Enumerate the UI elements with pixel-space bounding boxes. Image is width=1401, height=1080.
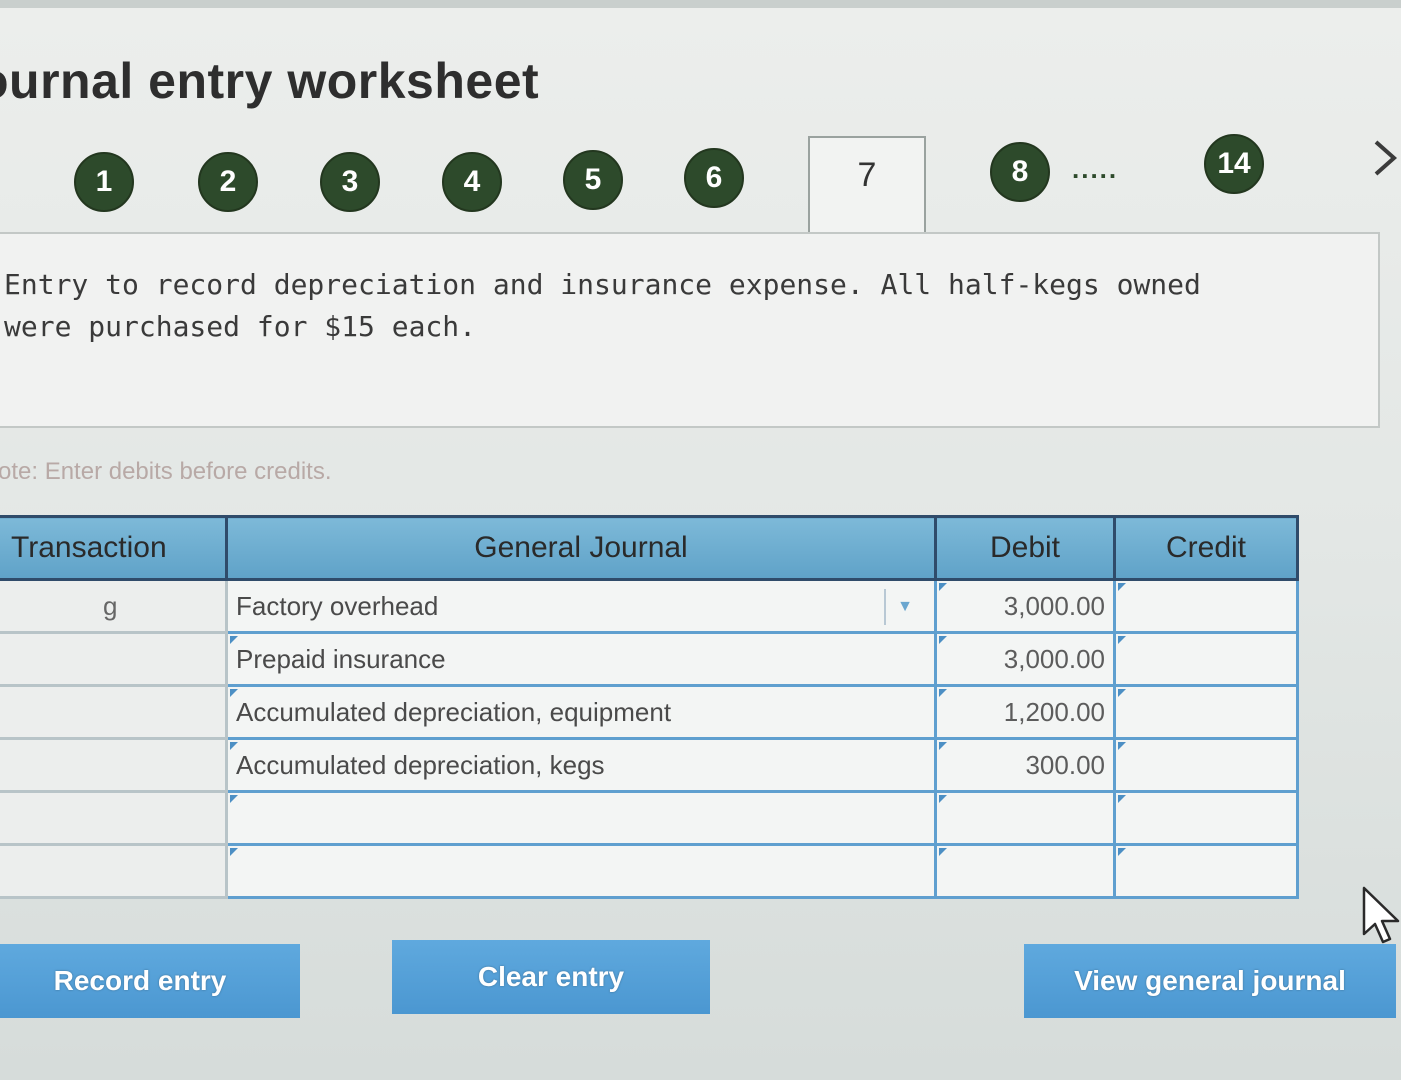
- account-select-value: Accumulated depreciation, equipment: [236, 696, 672, 727]
- view-general-journal-button[interactable]: View general journal: [1024, 944, 1396, 1018]
- cell-marker-icon: [1118, 795, 1126, 803]
- step-14-button[interactable]: 14: [1204, 134, 1264, 194]
- credit-input[interactable]: [1113, 684, 1299, 740]
- chevron-right-icon-svg: [1374, 140, 1398, 176]
- account-select[interactable]: Accumulated depreciation, equipment: [225, 684, 937, 740]
- debit-input-value: 1,200.00: [1003, 696, 1105, 727]
- debit-input-value: 3,000.00: [1003, 590, 1105, 621]
- account-select[interactable]: [225, 790, 937, 846]
- account-select[interactable]: Prepaid insurance: [225, 631, 937, 687]
- cell-marker-icon: [1118, 848, 1126, 856]
- table-row: g Factory overhead ▼ 3,000.00: [0, 578, 1299, 634]
- transaction-cell: [0, 737, 228, 793]
- worksheet-page: ournal entry worksheet 1 2 3 4 5 6 7 8 .…: [0, 0, 1401, 1080]
- step-2-button[interactable]: 2: [198, 152, 258, 212]
- step-1-button[interactable]: 1: [74, 152, 134, 212]
- cell-marker-icon: [939, 848, 947, 856]
- chevron-right-icon[interactable]: [1370, 138, 1400, 188]
- table-row: Accumulated depreciation, equipment 1,20…: [0, 684, 1299, 740]
- transaction-cell: g: [0, 578, 228, 634]
- mouse-pointer-icon: [1362, 886, 1400, 944]
- cell-marker-icon: [939, 742, 947, 750]
- cell-marker-icon: [1118, 583, 1126, 591]
- header-general-journal: General Journal: [225, 515, 937, 581]
- cell-marker-icon: [939, 636, 947, 644]
- page-title: ournal entry worksheet: [0, 53, 540, 109]
- cell-marker-icon: [939, 795, 947, 803]
- debit-input[interactable]: 3,000.00: [934, 578, 1116, 634]
- cell-marker-icon: [230, 742, 238, 750]
- transaction-cell: [0, 684, 228, 740]
- cell-marker-icon: [1118, 636, 1126, 644]
- cell-marker-icon: [230, 689, 238, 697]
- account-select[interactable]: [225, 843, 937, 899]
- debit-input-value: 3,000.00: [1003, 643, 1105, 674]
- account-select-value: Prepaid insurance: [236, 643, 446, 674]
- step-8-button[interactable]: 8: [990, 142, 1050, 202]
- debit-input[interactable]: 1,200.00: [934, 684, 1116, 740]
- account-select[interactable]: Factory overhead ▼: [225, 578, 937, 634]
- steps-ellipsis: .....: [1072, 154, 1119, 184]
- table-row: [0, 843, 1299, 899]
- debit-input[interactable]: 3,000.00: [934, 631, 1116, 687]
- step-5-button[interactable]: 5: [563, 150, 623, 210]
- record-entry-button[interactable]: Record entry: [0, 944, 300, 1018]
- step-navigator: 1 2 3 4 5 6 7 8 ..... 14: [0, 130, 1401, 242]
- transaction-cell: [0, 631, 228, 687]
- step-4-button[interactable]: 4: [442, 152, 502, 212]
- transaction-cell: [0, 843, 228, 899]
- journal-entry-table: Transaction General Journal Debit Credit…: [0, 515, 1299, 899]
- table-row: Prepaid insurance 3,000.00: [0, 631, 1299, 687]
- cell-marker-icon: [230, 636, 238, 644]
- account-select[interactable]: Accumulated depreciation, kegs: [225, 737, 937, 793]
- cell-marker-icon: [230, 848, 238, 856]
- cell-marker-icon: [939, 689, 947, 697]
- debit-input[interactable]: [934, 843, 1116, 899]
- step-3-button[interactable]: 3: [320, 152, 380, 212]
- account-select-value: Accumulated depreciation, kegs: [236, 749, 605, 780]
- cell-marker-icon: [230, 795, 238, 803]
- header-transaction: Transaction: [0, 515, 228, 581]
- step-7-tab-active[interactable]: 7: [808, 136, 926, 242]
- top-strip: [0, 0, 1401, 8]
- credit-input[interactable]: [1113, 631, 1299, 687]
- credit-input[interactable]: [1113, 843, 1299, 899]
- transaction-cell: [0, 790, 228, 846]
- credit-input[interactable]: [1113, 790, 1299, 846]
- debit-input[interactable]: 300.00: [934, 737, 1116, 793]
- cell-marker-icon: [1118, 689, 1126, 697]
- chevron-down-icon[interactable]: ▼: [884, 589, 924, 625]
- debit-input[interactable]: [934, 790, 1116, 846]
- header-credit: Credit: [1113, 515, 1299, 581]
- debit-input-value: 300.00: [1025, 749, 1105, 780]
- step-6-button[interactable]: 6: [684, 148, 744, 208]
- table-row: Accumulated depreciation, kegs 300.00: [0, 737, 1299, 793]
- clear-entry-button[interactable]: Clear entry: [392, 940, 710, 1014]
- note-text: ote: Enter debits before credits.: [0, 458, 332, 485]
- header-debit: Debit: [934, 515, 1116, 581]
- account-select-value: Factory overhead: [236, 590, 439, 621]
- cell-marker-icon: [939, 583, 947, 591]
- transaction-description: Entry to record depreciation and insuran…: [4, 268, 1201, 343]
- credit-input[interactable]: [1113, 578, 1299, 634]
- credit-input[interactable]: [1113, 737, 1299, 793]
- cell-marker-icon: [1118, 742, 1126, 750]
- journal-header-row: Transaction General Journal Debit Credit: [0, 515, 1299, 581]
- table-row: [0, 790, 1299, 846]
